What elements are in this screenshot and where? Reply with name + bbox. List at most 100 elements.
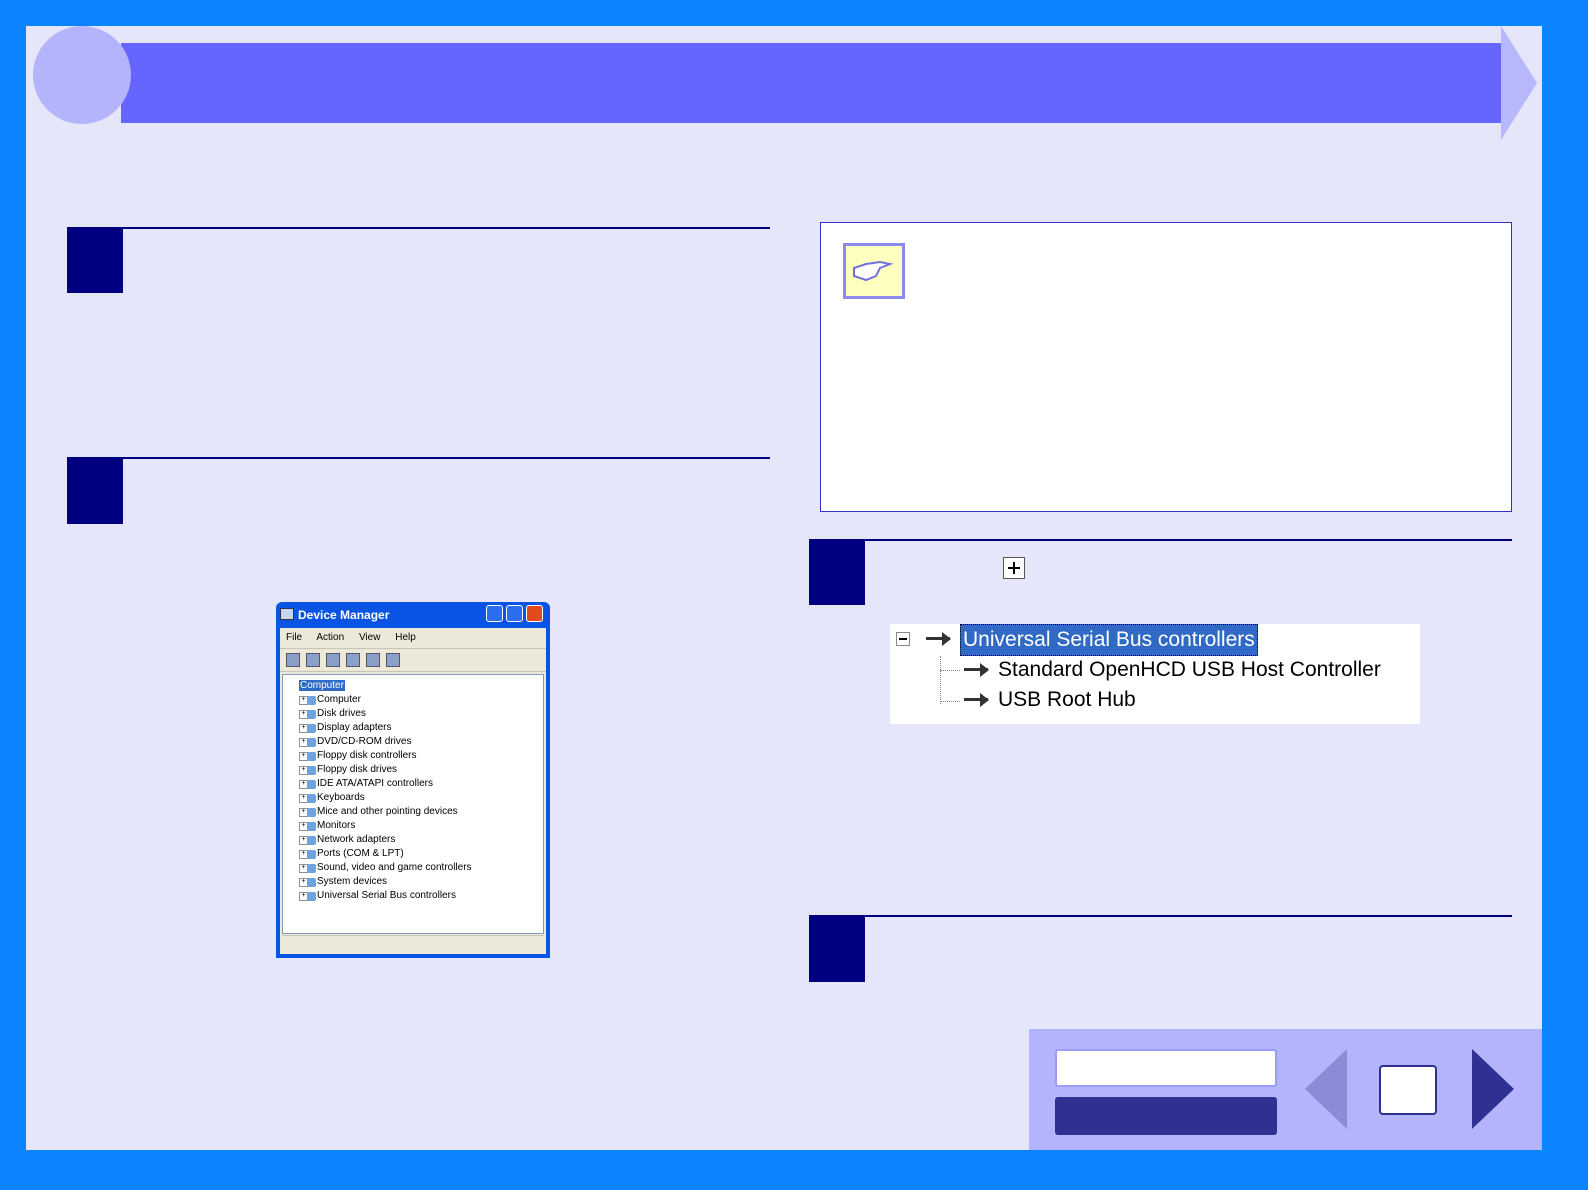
- close-button[interactable]: [526, 605, 543, 622]
- expand-plus-icon: [1003, 557, 1025, 579]
- device-tree-item-label: Computer: [317, 694, 361, 705]
- usb-child-root-hub[interactable]: USB Root Hub: [998, 685, 1136, 715]
- step-2-number: [67, 458, 123, 524]
- show-hide-icon[interactable]: [326, 653, 340, 667]
- device-icon: [307, 738, 316, 747]
- usb-root-label[interactable]: Universal Serial Bus controllers: [960, 624, 1258, 656]
- device-tree-item[interactable]: + Sound, video and game controllers: [299, 861, 472, 875]
- device-icon: [307, 822, 316, 831]
- pointing-hand-icon: [843, 243, 905, 299]
- usb-icon: [962, 688, 990, 712]
- step-3-rule: [809, 539, 1512, 541]
- title-circle: [33, 26, 131, 124]
- device-tree-item[interactable]: + System devices: [299, 875, 388, 889]
- device-tree-item-label: Floppy disk controllers: [317, 750, 417, 761]
- device-icon: [307, 892, 316, 901]
- device-tree-item[interactable]: + Network adapters: [299, 833, 396, 847]
- note-box: [820, 222, 1512, 512]
- device-icon: [307, 780, 316, 789]
- device-icon: [307, 864, 316, 873]
- device-tree-item-label: IDE ATA/ATAPI controllers: [317, 778, 433, 789]
- nav-button-primary[interactable]: [1055, 1049, 1277, 1087]
- step-3-number: [809, 539, 865, 605]
- usb-child-host-controller[interactable]: Standard OpenHCD USB Host Controller: [998, 655, 1381, 685]
- device-icon: [307, 766, 316, 775]
- step-2-rule: [67, 457, 770, 459]
- tree-connector: [940, 701, 960, 702]
- device-icon: [307, 794, 316, 803]
- usb-controllers-tree: Universal Serial Bus controllers Standar…: [890, 624, 1420, 724]
- device-tree-item-label: Network adapters: [317, 834, 396, 845]
- device-tree-item-label: Monitors: [317, 820, 356, 831]
- properties-icon[interactable]: [366, 653, 380, 667]
- step-1-number: [67, 227, 123, 293]
- menu-view[interactable]: View: [359, 632, 381, 643]
- toolbar: [280, 648, 546, 672]
- device-tree-item[interactable]: + Floppy disk drives: [299, 763, 398, 777]
- device-icon: [307, 878, 316, 887]
- device-tree-item[interactable]: + Monitors: [299, 819, 356, 833]
- nav-button-secondary[interactable]: [1055, 1097, 1277, 1135]
- device-tree-item[interactable]: + Display adapters: [299, 721, 392, 735]
- device-tree-item-label: System devices: [317, 876, 388, 887]
- collapse-minus-icon[interactable]: [896, 632, 910, 646]
- device-tree-item-label: Ports (COM & LPT): [317, 848, 404, 859]
- tree-root-label: Computer: [299, 680, 345, 691]
- device-tree-item[interactable]: + Computer: [299, 693, 361, 707]
- title-arrow: [1501, 26, 1537, 140]
- next-page-icon[interactable]: [1472, 1049, 1514, 1129]
- tree-connector: [940, 656, 941, 704]
- device-icon: [307, 724, 316, 733]
- usb-icon: [962, 658, 990, 682]
- previous-page-icon[interactable]: [1305, 1049, 1347, 1129]
- computer-icon: [280, 608, 294, 620]
- device-tree-item-label: DVD/CD-ROM drives: [317, 736, 412, 747]
- device-tree-item-label: Keyboards: [317, 792, 365, 803]
- device-tree-item-label: Sound, video and game controllers: [317, 862, 472, 873]
- device-icon: [307, 836, 316, 845]
- device-icon: [307, 752, 316, 761]
- device-tree-item[interactable]: + Floppy disk controllers: [299, 749, 417, 763]
- menu-file[interactable]: File: [286, 632, 302, 643]
- device-tree-item[interactable]: + Ports (COM & LPT): [299, 847, 404, 861]
- device-manager-window: Device Manager File Action View Help Com…: [276, 602, 550, 958]
- device-tree-item[interactable]: + Disk drives: [299, 707, 366, 721]
- device-tree-item-label: Floppy disk drives: [317, 764, 398, 775]
- menu-help[interactable]: Help: [395, 632, 416, 643]
- menu-bar: File Action View Help: [280, 628, 546, 648]
- scan-hardware-icon[interactable]: [386, 653, 400, 667]
- page-number: [1379, 1065, 1437, 1115]
- tree-connector: [940, 670, 960, 671]
- device-icon: [307, 696, 316, 705]
- step-4-number: [809, 916, 865, 982]
- device-tree-item[interactable]: + Mice and other pointing devices: [299, 805, 458, 819]
- maximize-button[interactable]: [506, 605, 523, 622]
- device-icon: [307, 850, 316, 859]
- minimize-button[interactable]: [486, 605, 503, 622]
- usb-icon: [924, 627, 952, 651]
- device-icon: [307, 808, 316, 817]
- device-tree-item[interactable]: + Keyboards: [299, 791, 365, 805]
- step-4-rule: [809, 915, 1512, 917]
- page-content: Device Manager File Action View Help Com…: [26, 26, 1542, 1150]
- title-banner: [121, 43, 1501, 123]
- forward-icon[interactable]: [306, 653, 320, 667]
- device-tree-item-label: Universal Serial Bus controllers: [317, 890, 456, 901]
- step-1-rule: [67, 227, 770, 229]
- print-icon[interactable]: [346, 653, 360, 667]
- back-icon[interactable]: [286, 653, 300, 667]
- status-bar: [282, 935, 544, 952]
- device-tree: Computer + Computer + Disk drives + Display a…: [282, 674, 544, 934]
- menu-action[interactable]: Action: [316, 632, 344, 643]
- navigation-panel: [1029, 1029, 1542, 1150]
- device-manager-body: File Action View Help Computer + Computer…: [280, 628, 546, 954]
- device-tree-item-label: Mice and other pointing devices: [317, 806, 458, 817]
- device-manager-title: Device Manager: [298, 608, 390, 622]
- device-tree-item-label: Disk drives: [317, 708, 366, 719]
- device-tree-item[interactable]: + DVD/CD-ROM drives: [299, 735, 412, 749]
- device-tree-item[interactable]: + IDE ATA/ATAPI controllers: [299, 777, 433, 791]
- tree-root[interactable]: Computer: [299, 679, 345, 693]
- device-tree-item-label: Display adapters: [317, 722, 392, 733]
- device-icon: [307, 710, 316, 719]
- device-tree-item[interactable]: + Universal Serial Bus controllers: [299, 889, 456, 903]
